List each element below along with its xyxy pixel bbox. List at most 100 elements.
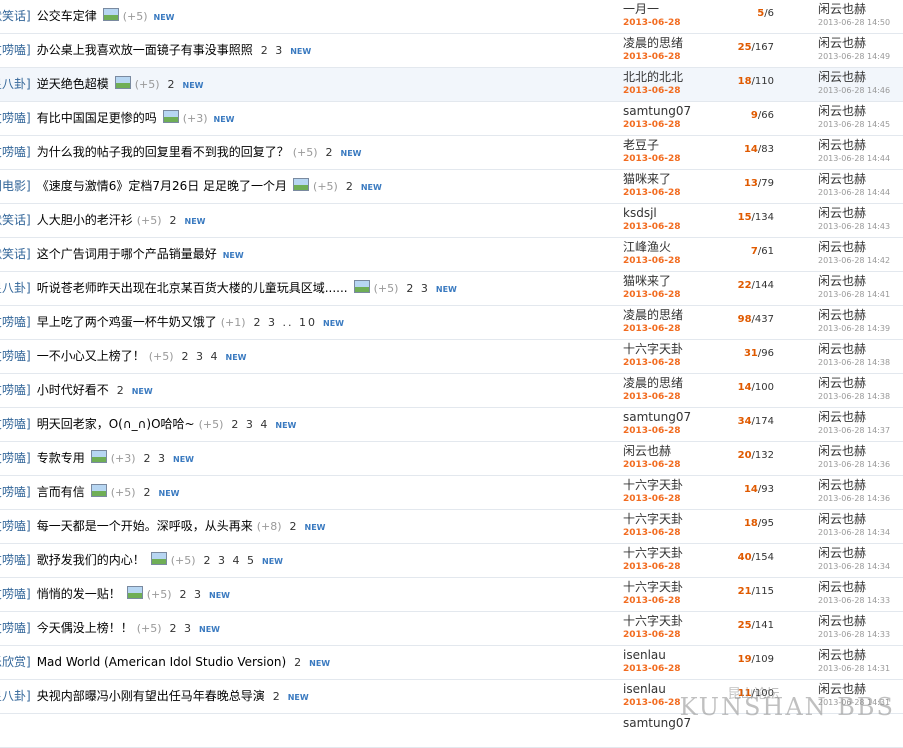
thread-title-link[interactable]: 为什么我的帖子我的回复里看不到我的回复了？ bbox=[37, 145, 289, 159]
last-post-time[interactable]: 2013-06-28 14:34 bbox=[818, 528, 890, 537]
thread-row[interactable]: 默笑话] 这个广告词用于哪个产品销量最好 NEW 江峰渔火 2013-06-28 7/61… bbox=[0, 238, 903, 272]
last-post-time[interactable]: 2013-06-28 14:31 bbox=[818, 664, 890, 673]
thread-title-link[interactable]: 办公桌上我喜欢放一面镜子有事没事照照 bbox=[37, 43, 253, 57]
thread-row[interactable]: 星八卦] 听说苍老师昨天出现在北京某百货大楼的儿童玩具区域...... (+5) 2 … bbox=[0, 272, 903, 306]
last-post-time[interactable]: 2013-06-28 14:31 bbox=[818, 698, 890, 707]
thread-author[interactable]: 十六字天卦 bbox=[623, 546, 683, 560]
thread-row[interactable]: 友唠嗑] 办公桌上我喜欢放一面镜子有事没事照照 2 3 NEW 凌晨的思绪 2013-06… bbox=[0, 34, 903, 68]
page-links[interactable]: 2 3 .. 10 bbox=[254, 316, 317, 329]
last-post-time[interactable]: 2013-06-28 14:33 bbox=[818, 596, 890, 605]
thread-row[interactable]: 友唠嗑] 一不小心又上榜了！(+5) 2 3 4 NEW 十六字天卦 2013-06-28… bbox=[0, 340, 903, 374]
thread-row[interactable]: 友唠嗑] 歌抒发我们的内心！ (+5) 2 3 4 5 NEW 十六字天卦 2013-06-… bbox=[0, 544, 903, 578]
thread-title-link[interactable]: 明天回老家，O(∩_∩)O哈哈~ bbox=[37, 417, 195, 431]
thread-title-link[interactable]: 央视内部曝冯小刚有望出任马年春晚总导演 bbox=[37, 689, 265, 703]
last-post-time[interactable]: 2013-06-28 14:44 bbox=[818, 188, 890, 197]
thread-author[interactable]: 猫咪来了 bbox=[623, 172, 671, 186]
thread-category[interactable]: 友唠嗑] bbox=[0, 383, 31, 397]
thread-category[interactable]: 友唠嗑] bbox=[0, 553, 31, 567]
thread-row[interactable]: 剧电影] 《速度与激情6》定档7月26日 足足晚了一个月 (+5) 2 NEW 猫咪来了 2… bbox=[0, 170, 903, 204]
last-post-time[interactable]: 2013-06-28 14:39 bbox=[818, 324, 890, 333]
thread-row[interactable]: 乐欣赏] Mad World (American Idol Studio Vers… bbox=[0, 646, 903, 680]
thread-title-link[interactable]: 言而有信 bbox=[37, 485, 85, 499]
thread-row[interactable]: 友唠嗑] 专款专用 (+3) 2 3 NEW 闲云也赫 2013-06-28 20/132 闲云… bbox=[0, 442, 903, 476]
thread-title-link[interactable]: 听说苍老师昨天出现在北京某百货大楼的儿童玩具区域...... bbox=[37, 281, 348, 295]
last-poster[interactable]: 闲云也赫 bbox=[818, 580, 866, 594]
thread-title-link[interactable]: 一不小心又上榜了！ bbox=[37, 349, 145, 363]
page-links[interactable]: 2 bbox=[294, 656, 303, 669]
thread-category[interactable]: 友唠嗑] bbox=[0, 315, 31, 329]
thread-title-link[interactable]: 每一天都是一个开始。深呼吸，从头再来 bbox=[37, 519, 253, 533]
thread-category[interactable]: 默笑话] bbox=[0, 247, 31, 261]
thread-title-link[interactable]: 逆天绝色超模 bbox=[37, 77, 109, 91]
thread-row[interactable]: 友唠嗑] 小时代好看不 2 NEW 凌晨的思绪 2013-06-28 14/100 闲云也赫 2… bbox=[0, 374, 903, 408]
thread-category[interactable]: 星八卦] bbox=[0, 689, 31, 703]
last-post-time[interactable]: 2013-06-28 14:33 bbox=[818, 630, 890, 639]
thread-category[interactable]: 乐欣赏] bbox=[0, 655, 31, 669]
thread-title-link[interactable]: 专款专用 bbox=[37, 451, 85, 465]
thread-author[interactable]: 十六字天卦 bbox=[623, 478, 683, 492]
last-poster[interactable]: 闲云也赫 bbox=[818, 478, 866, 492]
thread-category[interactable]: 剧电影] bbox=[0, 179, 31, 193]
thread-title-link[interactable]: 歌抒发我们的内心！ bbox=[37, 553, 145, 567]
page-links[interactable]: 2 bbox=[117, 384, 126, 397]
thread-author[interactable]: 猫咪来了 bbox=[623, 274, 671, 288]
last-poster[interactable]: 闲云也赫 bbox=[818, 512, 866, 526]
page-links[interactable]: 2 bbox=[168, 78, 177, 91]
page-links[interactable]: 2 3 4 bbox=[231, 418, 269, 431]
thread-category[interactable]: 友唠嗑] bbox=[0, 145, 31, 159]
page-links[interactable]: 2 bbox=[290, 520, 299, 533]
thread-category[interactable]: 友唠嗑] bbox=[0, 519, 31, 533]
thread-author[interactable]: samtung07 bbox=[623, 410, 691, 424]
thread-author[interactable]: 江峰渔火 bbox=[623, 240, 671, 254]
thread-category[interactable]: 友唠嗑] bbox=[0, 451, 31, 465]
thread-category[interactable]: 友唠嗑] bbox=[0, 417, 31, 431]
thread-row[interactable]: 友唠嗑] 今天偶没上榜！！(+5) 2 3 NEW 十六字天卦 2013-06-28 25/… bbox=[0, 612, 903, 646]
thread-title-link[interactable]: 早上吃了两个鸡蛋一杯牛奶又饿了 bbox=[37, 315, 217, 329]
thread-title-link[interactable]: 今天偶没上榜！！ bbox=[37, 621, 133, 635]
thread-title-link[interactable]: 小时代好看不 bbox=[37, 383, 109, 397]
thread-category[interactable]: 友唠嗑] bbox=[0, 111, 31, 125]
thread-category[interactable]: 星八卦] bbox=[0, 281, 31, 295]
page-links[interactable]: 2 bbox=[170, 214, 179, 227]
last-poster[interactable]: 闲云也赫 bbox=[818, 70, 866, 84]
thread-title-link[interactable]: 人大胆小的老汗衫 bbox=[37, 213, 133, 227]
last-poster[interactable]: 闲云也赫 bbox=[818, 206, 866, 220]
thread-row[interactable]: 默笑话] 人大胆小的老汗衫(+5) 2 NEW ksdsjl 2013-06-28 15/1… bbox=[0, 204, 903, 238]
thread-row[interactable]: 星八卦] 央视内部曝冯小刚有望出任马年春晚总导演 2 NEW isenlau 2013-0… bbox=[0, 680, 903, 714]
last-poster[interactable]: 闲云也赫 bbox=[818, 172, 866, 186]
thread-row[interactable]: 友唠嗑] 言而有信 (+5) 2 NEW 十六字天卦 2013-06-28 14/93 闲云也赫… bbox=[0, 476, 903, 510]
thread-author[interactable]: isenlau bbox=[623, 648, 666, 662]
page-links[interactable]: 2 bbox=[144, 486, 153, 499]
thread-author[interactable]: 十六字天卦 bbox=[623, 342, 683, 356]
thread-author[interactable]: 凌晨的思绪 bbox=[623, 308, 683, 322]
thread-author[interactable]: samtung07 bbox=[623, 104, 691, 118]
last-poster[interactable]: 闲云也赫 bbox=[818, 308, 866, 322]
thread-category[interactable]: 默笑话] bbox=[0, 9, 31, 23]
thread-title-link[interactable]: 公交车定律 bbox=[37, 9, 97, 23]
last-post-time[interactable]: 2013-06-28 14:49 bbox=[818, 52, 890, 61]
thread-row[interactable]: 友唠嗑] 悄悄的发一贴！ (+5) 2 3 NEW 十六字天卦 2013-06-28 21/1… bbox=[0, 578, 903, 612]
page-links[interactable]: 2 bbox=[326, 146, 335, 159]
last-poster[interactable]: 闲云也赫 bbox=[818, 138, 866, 152]
thread-author[interactable]: 十六字天卦 bbox=[623, 580, 683, 594]
last-post-time[interactable]: 2013-06-28 14:34 bbox=[818, 562, 890, 571]
thread-title-link[interactable]: 有比中国国足更惨的吗 bbox=[37, 111, 157, 125]
last-post-time[interactable]: 2013-06-28 14:36 bbox=[818, 494, 890, 503]
last-post-time[interactable]: 2013-06-28 14:36 bbox=[818, 460, 890, 469]
thread-author[interactable]: 老豆子 bbox=[623, 138, 659, 152]
thread-row[interactable]: 友唠嗑] 每一天都是一个开始。深呼吸，从头再来(+8) 2 NEW 十六字天卦 2013-… bbox=[0, 510, 903, 544]
thread-author[interactable]: samtung07 bbox=[623, 716, 691, 730]
thread-title-link[interactable]: 这个广告词用于哪个产品销量最好 bbox=[37, 247, 217, 261]
thread-row[interactable]: samtung07 bbox=[0, 714, 903, 748]
last-poster[interactable]: 闲云也赫 bbox=[818, 410, 866, 424]
thread-row[interactable]: 友唠嗑] 早上吃了两个鸡蛋一杯牛奶又饿了(+1) 2 3 .. 10 NEW 凌晨的思绪… bbox=[0, 306, 903, 340]
thread-row[interactable]: 星八卦] 逆天绝色超模 (+5) 2 NEW 北北的北北 2013-06-28 18/110 闲… bbox=[0, 68, 903, 102]
last-post-time[interactable]: 2013-06-28 14:43 bbox=[818, 222, 890, 231]
thread-category[interactable]: 友唠嗑] bbox=[0, 587, 31, 601]
thread-category[interactable]: 友唠嗑] bbox=[0, 485, 31, 499]
thread-title-link[interactable]: 悄悄的发一贴！ bbox=[37, 587, 121, 601]
thread-author[interactable]: 闲云也赫 bbox=[623, 444, 671, 458]
thread-category[interactable]: 星八卦] bbox=[0, 77, 31, 91]
thread-row[interactable]: 友唠嗑] 有比中国国足更惨的吗 (+3) NEW samtung07 2013-06-28… bbox=[0, 102, 903, 136]
thread-title-link[interactable]: Mad World (American Idol Studio Version) bbox=[37, 655, 286, 669]
